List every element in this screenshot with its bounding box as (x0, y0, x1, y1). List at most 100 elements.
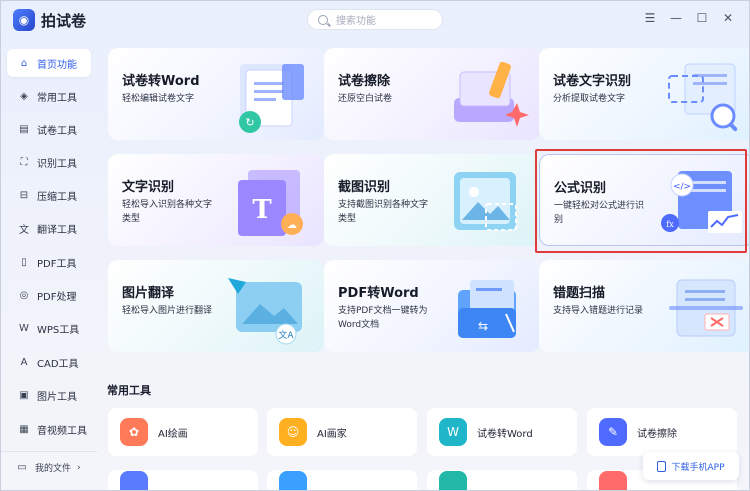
sidebar-item-image[interactable]: ▣ 图片工具 (7, 381, 91, 409)
text-scan-icon (668, 63, 738, 132)
svg-text:T: T (252, 195, 272, 225)
eraser-icon (454, 61, 529, 127)
search-placeholder: 搜索功能 (336, 16, 376, 27)
svg-text:↻: ↻ (245, 116, 254, 129)
sidebar-item-label: WPS工具 (37, 324, 80, 336)
tool-ai-artist[interactable]: ☺ AI画家 (267, 408, 417, 456)
wps-icon: W (19, 322, 29, 334)
menu-icon[interactable]: ☰ (639, 9, 661, 27)
media-icon: ▦ (19, 423, 29, 435)
card-desc: 支持导入错题进行记录 (553, 306, 644, 316)
pdf-icon: ▯ (21, 256, 27, 268)
card-paper-text-recognition[interactable]: 试卷文字识别 分析提取试卷文字 (539, 48, 749, 140)
card-title: 文字识别 (122, 180, 175, 195)
sidebar-item-compress[interactable]: ⊟ 压缩工具 (7, 181, 91, 209)
tool-label: 试卷擦除 (637, 428, 677, 440)
my-files-label: 我的文件 (35, 464, 72, 474)
sidebar-item-label: 压缩工具 (37, 191, 77, 203)
ai-paint-icon: ✿ (120, 418, 148, 446)
card-desc: 轻松编辑试卷文字 (122, 94, 195, 104)
mistake-scan-icon (669, 279, 743, 337)
image-icon: ▣ (19, 389, 29, 401)
search-icon (318, 14, 328, 25)
download-app-label: 下载手机APP (671, 462, 725, 473)
sidebar-item-paper[interactable]: ▤ 试卷工具 (7, 115, 91, 143)
tool-row2-icon (279, 471, 307, 490)
search-input[interactable]: 搜索功能 (307, 9, 443, 30)
sidebar-item-media[interactable]: ▦ 音视频工具 (7, 415, 91, 443)
ai-artist-icon: ☺ (279, 418, 307, 446)
card-pdf-to-word[interactable]: PDF转Word 支持PDF文档一键转为Word文档 ⇆ (324, 260, 540, 352)
paper-word-icon: W (439, 418, 467, 446)
screenshot-icon (454, 172, 517, 231)
tool-row2-item[interactable] (267, 470, 417, 490)
compress-icon: ⊟ (19, 189, 29, 201)
tool-row2-item[interactable] (108, 470, 258, 490)
sidebar-item-label: 试卷工具 (37, 125, 77, 137)
my-files-link[interactable]: ▭ 我的文件 › (15, 461, 81, 474)
tool-row2-item[interactable] (427, 470, 577, 490)
maximize-icon[interactable]: ☐ (691, 9, 713, 27)
card-title: 试卷文字识别 (553, 74, 632, 89)
card-desc: 分析提取试卷文字 (553, 94, 626, 104)
folder-icon: ▭ (17, 462, 27, 473)
tool-label: AI绘画 (158, 428, 188, 440)
layers-icon: ◈ (20, 90, 28, 102)
sidebar-item-wps[interactable]: W WPS工具 (7, 314, 91, 342)
card-title: PDF转Word (338, 286, 419, 301)
tool-label: AI画家 (317, 428, 347, 440)
pdf-to-word-icon: ⇆ (458, 280, 516, 338)
scan-icon: ⛶ (20, 156, 28, 168)
sidebar-item-cad[interactable]: A CAD工具 (7, 348, 91, 376)
card-paper-to-word[interactable]: 试卷转Word 轻松编辑试卷文字 ↻ (108, 48, 324, 140)
card-text-recognition[interactable]: 文字识别 轻松导入识别各种文字类型 T ☁ (108, 154, 324, 246)
tool-row2-icon (599, 471, 627, 490)
pdf-process-icon: ◎ (19, 289, 29, 301)
tool-paper-to-word[interactable]: W 试卷转Word (427, 408, 577, 456)
window-controls: ☰ — ☐ ✕ (639, 9, 739, 27)
selection-highlight (535, 149, 747, 253)
home-icon: ⌂ (20, 57, 28, 69)
sidebar-item-pdf-tools[interactable]: ▯ PDF工具 (7, 248, 91, 276)
app-window: ◉ 拍试卷 搜索功能 ☰ — ☐ ✕ ⌂ 首页功能 ◈ 常用工具 ▤ 试卷工具 … (0, 0, 750, 491)
camera-logo-icon: ◉ (13, 9, 35, 31)
card-desc: 支持PDF文档一键转为Word文档 (338, 306, 428, 330)
sidebar-item-translate[interactable]: 文 翻译工具 (7, 214, 91, 242)
paper-erase-icon: ✎ (599, 418, 627, 446)
image-translate-icon: 文A (228, 278, 302, 345)
svg-text:文A: 文A (278, 329, 294, 341)
card-title: 截图识别 (338, 180, 391, 195)
tool-row2-icon (439, 471, 467, 490)
paper-icon: ▤ (19, 123, 29, 135)
card-paper-erase[interactable]: 试卷擦除 还原空白试卷 (324, 48, 540, 140)
card-title: 错题扫描 (553, 286, 606, 301)
card-screenshot-recognition[interactable]: 截图识别 支持截图识别各种文字类型 (324, 154, 540, 246)
card-title: 试卷擦除 (338, 74, 391, 89)
card-image-translate[interactable]: 图片翻译 轻松导入图片进行翻译 文A (108, 260, 324, 352)
download-app-button[interactable]: 下载手机APP (643, 452, 739, 480)
close-icon[interactable]: ✕ (717, 9, 739, 27)
app-logo: ◉ 拍试卷 (13, 9, 86, 31)
card-desc: 还原空白试卷 (338, 94, 393, 104)
minimize-icon[interactable]: — (665, 9, 687, 27)
text-recognition-icon: T ☁ (238, 170, 303, 236)
chevron-right-icon: › (77, 462, 81, 473)
cad-icon: A (20, 356, 28, 368)
sidebar-item-common[interactable]: ◈ 常用工具 (7, 82, 91, 110)
card-title: 图片翻译 (122, 286, 175, 301)
sidebar-item-label: CAD工具 (37, 358, 79, 370)
tool-paper-erase[interactable]: ✎ 试卷擦除 (587, 408, 737, 456)
sidebar-item-label: 常用工具 (37, 92, 77, 104)
sidebar-item-label: 首页功能 (37, 59, 77, 71)
tool-ai-paint[interactable]: ✿ AI绘画 (108, 408, 258, 456)
sidebar: ⌂ 首页功能 ◈ 常用工具 ▤ 试卷工具 ⛶ 识别工具 ⊟ 压缩工具 文 翻译工… (1, 45, 97, 490)
sidebar-item-label: 识别工具 (37, 158, 77, 170)
sidebar-item-recognition[interactable]: ⛶ 识别工具 (7, 148, 91, 176)
card-desc: 轻松导入识别各种文字类型 (122, 200, 213, 224)
sidebar-item-label: PDF工具 (37, 258, 77, 270)
sidebar-item-pdf-process[interactable]: ◎ PDF处理 (7, 281, 91, 309)
card-mistake-scan[interactable]: 错题扫描 支持导入错题进行记录 (539, 260, 749, 352)
sidebar-item-home[interactable]: ⌂ 首页功能 (7, 49, 91, 77)
sidebar-divider (1, 451, 97, 452)
svg-text:☁: ☁ (287, 220, 297, 231)
